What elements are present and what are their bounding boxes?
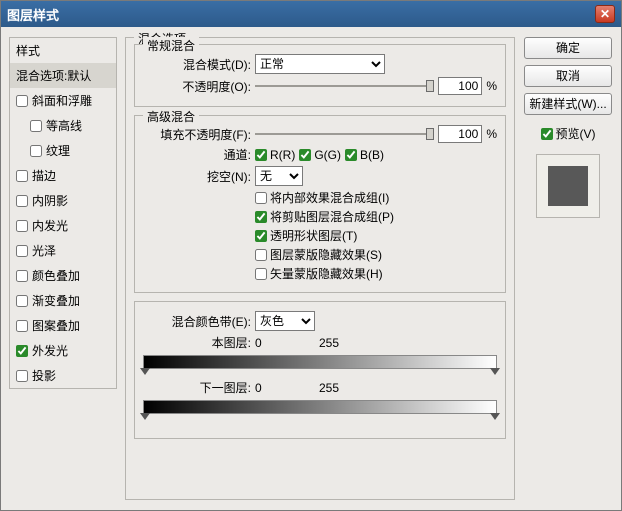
style-checkbox[interactable] — [16, 295, 28, 307]
style-item-5[interactable]: 内发光 — [10, 213, 116, 238]
new-style-button[interactable]: 新建样式(W)... — [524, 93, 612, 115]
this-layer-max: 255 — [319, 336, 339, 350]
style-item-6[interactable]: 光泽 — [10, 238, 116, 263]
adv-opt-0-checkbox[interactable] — [255, 192, 267, 204]
blend-if-select[interactable]: 灰色 — [255, 311, 315, 331]
channel-g-checkbox[interactable] — [299, 149, 311, 161]
style-checkbox[interactable] — [30, 120, 42, 132]
knockout-label: 挖空(N): — [143, 168, 251, 185]
close-icon: ✕ — [600, 7, 610, 21]
underlying-max: 255 — [319, 381, 339, 395]
adv-opt-4-label: 矢量蒙版隐藏效果(H) — [270, 265, 383, 282]
channel-r-checkbox[interactable] — [255, 149, 267, 161]
style-label: 等高线 — [46, 117, 82, 134]
style-item-0[interactable]: 斜面和浮雕 — [10, 88, 116, 113]
adv-opt-2-label: 透明形状图层(T) — [270, 227, 357, 244]
styles-header: 样式 — [10, 38, 116, 63]
style-label: 颜色叠加 — [32, 267, 80, 284]
general-blending-group: 常规混合 混合模式(D): 正常 不透明度(O): % — [134, 44, 506, 107]
titlebar: 图层样式 ✕ — [1, 1, 621, 27]
underlying-min: 0 — [255, 381, 315, 395]
percent-label: % — [486, 127, 497, 141]
style-item-7[interactable]: 颜色叠加 — [10, 263, 116, 288]
style-item-8[interactable]: 渐变叠加 — [10, 288, 116, 313]
blend-if-group: 混合颜色带(E): 灰色 本图层: 0 255 下一图层: — [134, 301, 506, 439]
style-label: 斜面和浮雕 — [32, 92, 92, 109]
style-label: 图案叠加 — [32, 317, 80, 334]
style-label: 渐变叠加 — [32, 292, 80, 309]
style-item-2[interactable]: 纹理 — [10, 138, 116, 163]
ok-button[interactable]: 确定 — [524, 37, 612, 59]
underlying-label: 下一图层: — [143, 379, 251, 396]
style-label: 内发光 — [32, 217, 68, 234]
style-label: 外发光 — [32, 342, 68, 359]
style-checkbox[interactable] — [16, 370, 28, 382]
advanced-blending-group: 高级混合 填充不透明度(F): % 通道: R(R) G(G) B(B) — [134, 115, 506, 293]
channel-b-checkbox[interactable] — [345, 149, 357, 161]
underlying-gradient[interactable] — [143, 400, 497, 414]
blending-options-panel: 混合选项 常规混合 混合模式(D): 正常 不透明度(O): — [125, 37, 515, 500]
fill-opacity-label: 填充不透明度(F): — [143, 126, 251, 143]
preview-checkbox[interactable] — [541, 128, 553, 140]
knockout-select[interactable]: 无 — [255, 166, 303, 186]
style-item-4[interactable]: 内阴影 — [10, 188, 116, 213]
layer-style-dialog: 图层样式 ✕ 样式 混合选项:默认 斜面和浮雕 等高线 纹理 描边 内阴影 内发… — [0, 0, 622, 511]
style-label: 纹理 — [46, 142, 70, 159]
blend-mode-label: 混合模式(D): — [143, 56, 251, 73]
adv-opt-3-checkbox[interactable] — [255, 249, 267, 261]
style-item-10[interactable]: 外发光 — [10, 338, 116, 363]
style-item-11[interactable]: 投影 — [10, 363, 116, 388]
style-item-9[interactable]: 图案叠加 — [10, 313, 116, 338]
this-layer-gradient[interactable] — [143, 355, 497, 369]
style-checkbox[interactable] — [16, 345, 28, 357]
style-checkbox[interactable] — [16, 245, 28, 257]
this-layer-min: 0 — [255, 336, 315, 350]
blend-mode-select[interactable]: 正常 — [255, 54, 385, 74]
adv-opt-4-checkbox[interactable] — [255, 268, 267, 280]
adv-opt-1-label: 将剪贴图层混合成组(P) — [270, 208, 394, 225]
style-checkbox[interactable] — [16, 95, 28, 107]
general-title: 常规混合 — [143, 37, 199, 54]
channels-label: 通道: — [143, 146, 251, 163]
style-checkbox[interactable] — [30, 145, 42, 157]
style-label: 光泽 — [32, 242, 56, 259]
opacity-label: 不透明度(O): — [143, 78, 251, 95]
fill-opacity-slider[interactable] — [255, 126, 434, 142]
style-checkbox[interactable] — [16, 195, 28, 207]
cancel-button[interactable]: 取消 — [524, 65, 612, 87]
style-checkbox[interactable] — [16, 270, 28, 282]
window-title: 图层样式 — [7, 5, 59, 24]
adv-opt-0-label: 将内部效果混合成组(I) — [270, 189, 389, 206]
preview-swatch — [536, 154, 600, 218]
style-blending-options[interactable]: 混合选项:默认 — [10, 63, 116, 88]
style-item-1[interactable]: 等高线 — [10, 113, 116, 138]
adv-opt-1-checkbox[interactable] — [255, 211, 267, 223]
opacity-slider[interactable] — [255, 78, 434, 94]
advanced-title: 高级混合 — [143, 108, 199, 125]
this-layer-label: 本图层: — [143, 334, 251, 351]
action-panel: 确定 取消 新建样式(W)... 预览(V) — [523, 37, 613, 500]
style-checkbox[interactable] — [16, 320, 28, 332]
fill-opacity-input[interactable] — [438, 125, 482, 143]
adv-opt-2-checkbox[interactable] — [255, 230, 267, 242]
style-label: 内阴影 — [32, 192, 68, 209]
style-item-3[interactable]: 描边 — [10, 163, 116, 188]
opacity-input[interactable] — [438, 77, 482, 95]
close-button[interactable]: ✕ — [595, 5, 615, 23]
style-label: 描边 — [32, 167, 56, 184]
styles-panel: 样式 混合选项:默认 斜面和浮雕 等高线 纹理 描边 内阴影 内发光 光泽 颜色… — [9, 37, 117, 500]
style-checkbox[interactable] — [16, 170, 28, 182]
style-label: 投影 — [32, 367, 56, 384]
blend-if-label: 混合颜色带(E): — [143, 313, 251, 330]
style-checkbox[interactable] — [16, 220, 28, 232]
preview-label: 预览(V) — [556, 125, 596, 142]
percent-label: % — [486, 79, 497, 93]
adv-opt-3-label: 图层蒙版隐藏效果(S) — [270, 246, 382, 263]
